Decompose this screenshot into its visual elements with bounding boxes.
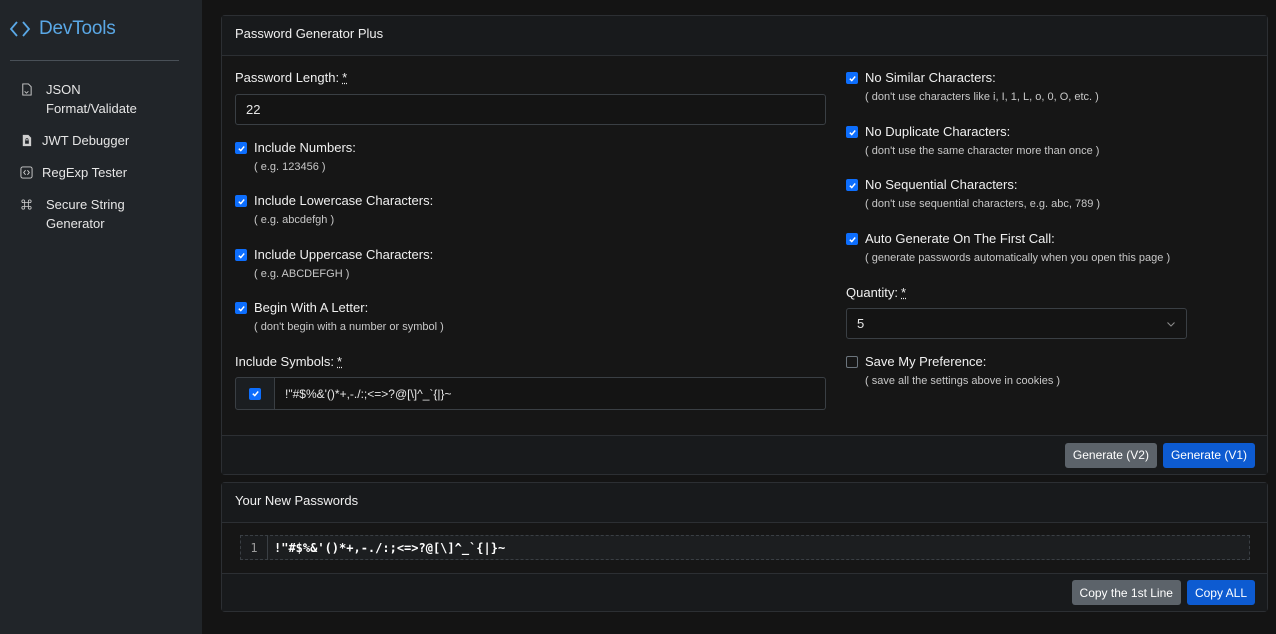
- required-mark: *: [342, 70, 348, 85]
- option-include-numbers[interactable]: Include Numbers: ( e.g. 123456 ): [235, 140, 356, 174]
- option-hint: ( e.g. ABCDEFGH ): [254, 268, 350, 280]
- include-symbols-label: Include Symbols: *: [235, 354, 343, 369]
- password-length-label: Password Length: *: [235, 70, 348, 85]
- code-brackets-icon: [9, 21, 31, 37]
- checkbox[interactable]: [846, 356, 858, 368]
- sidebar-item-label: JSON Format/Validate: [46, 82, 137, 116]
- option-hint: ( e.g. 123456 ): [254, 161, 326, 173]
- brand-name: DevTools: [39, 18, 116, 39]
- left-column: Password Length: * 22: [235, 70, 826, 125]
- file-icon: [19, 82, 33, 96]
- check-icon: [237, 305, 245, 312]
- quantity-label: Quantity: *: [846, 285, 907, 300]
- option-hint: ( don't use sequential characters, e.g. …: [865, 198, 1101, 210]
- check-icon: [848, 236, 856, 243]
- generator-title: Password Generator Plus: [222, 16, 1267, 56]
- sidebar-item-jwt[interactable]: JWT Debugger: [0, 131, 202, 150]
- brand-logo[interactable]: DevTools: [9, 17, 116, 41]
- option-label: Include Uppercase Characters:: [254, 247, 434, 262]
- sidebar-nav: JSON Format/Validate JWT Debugger RegExp…: [0, 80, 202, 233]
- option-no-sequential[interactable]: No Sequential Characters: ( don't use seq…: [846, 177, 1100, 211]
- check-icon: [251, 391, 259, 397]
- file-lock-icon: [19, 133, 33, 147]
- checkbox[interactable]: [235, 302, 247, 314]
- option-label: Include Lowercase Characters:: [254, 193, 434, 208]
- quantity-value: 5: [857, 316, 865, 331]
- checkbox[interactable]: [846, 126, 858, 138]
- option-no-duplicate[interactable]: No Duplicate Characters: ( don't use the …: [846, 124, 1099, 158]
- checkbox[interactable]: [235, 195, 247, 207]
- code-square-icon: [19, 165, 33, 179]
- option-label: Auto Generate On The First Call:: [865, 231, 1055, 246]
- option-save-preference[interactable]: Save My Preference: ( save all the settin…: [846, 354, 1060, 388]
- password-line[interactable]: !"#$%&'()*+,-./:;<=>?@[\]^_`{|}~: [268, 541, 505, 555]
- checkbox[interactable]: [249, 387, 261, 400]
- required-mark: *: [901, 285, 907, 300]
- symbols-input[interactable]: !"#$%&'()*+,-./:;<=>?@[\]^_`{|}~: [275, 377, 826, 410]
- option-hint: ( e.g. abcdefgh ): [254, 214, 335, 226]
- password-output-editor[interactable]: 1 !"#$%&'()*+,-./:;<=>?@[\]^_`{|}~: [240, 535, 1250, 560]
- option-label: Include Numbers:: [254, 140, 356, 155]
- check-icon: [848, 75, 856, 82]
- generate-v2-button[interactable]: Generate (V2): [1064, 442, 1157, 468]
- option-hint: ( don't use characters like i, I, 1, L, …: [865, 91, 1099, 103]
- results-title: Your New Passwords: [222, 483, 1267, 523]
- quantity-select[interactable]: 5: [846, 308, 1187, 339]
- option-no-similar[interactable]: No Similar Characters: ( don't use charac…: [846, 70, 1099, 104]
- check-icon: [237, 198, 245, 205]
- sidebar: DevTools JSON Format/Validate JWT Debugg…: [0, 0, 202, 634]
- option-label: Save My Preference:: [865, 354, 987, 369]
- checkbox[interactable]: [846, 179, 858, 191]
- option-label: No Duplicate Characters:: [865, 124, 1011, 139]
- sidebar-item-regexp[interactable]: RegExp Tester: [0, 163, 202, 182]
- results-footer: Copy the 1st Line Copy ALL: [222, 573, 1267, 611]
- option-hint: ( generate passwords automatically when …: [865, 252, 1171, 264]
- option-hint: ( don't begin with a number or symbol ): [254, 321, 444, 333]
- checkbox[interactable]: [846, 233, 858, 245]
- option-label: Begin With A Letter:: [254, 300, 369, 315]
- option-label: No Sequential Characters:: [865, 177, 1018, 192]
- sidebar-item-secure-string[interactable]: Secure String Generator: [0, 195, 202, 233]
- option-begin-with-letter[interactable]: Begin With A Letter: ( don't begin with a…: [235, 300, 444, 334]
- checkbox[interactable]: [846, 72, 858, 84]
- generator-card: Password Generator Plus Password Length:…: [221, 15, 1268, 475]
- option-include-uppercase[interactable]: Include Uppercase Characters: ( e.g. ABCD…: [235, 247, 433, 281]
- command-icon: [19, 197, 33, 211]
- sidebar-item-json[interactable]: JSON Format/Validate: [0, 80, 202, 118]
- check-icon: [848, 182, 856, 189]
- results-card: Your New Passwords 1 !"#$%&'()*+,-./:;<=…: [221, 482, 1268, 612]
- option-hint: ( don't use the same character more than…: [865, 145, 1100, 157]
- option-label: No Similar Characters:: [865, 70, 996, 85]
- option-hint: ( save all the settings above in cookies…: [865, 375, 1061, 387]
- sidebar-item-label: RegExp Tester: [42, 165, 128, 180]
- copy-first-line-button[interactable]: Copy the 1st Line: [1071, 580, 1181, 605]
- check-icon: [237, 145, 245, 152]
- copy-all-button[interactable]: Copy ALL: [1186, 580, 1255, 605]
- check-icon: [848, 129, 856, 136]
- sidebar-divider: [10, 60, 179, 61]
- password-length-input[interactable]: 22: [235, 94, 826, 125]
- symbols-toggle[interactable]: [235, 377, 275, 410]
- option-auto-generate[interactable]: Auto Generate On The First Call: ( genera…: [846, 231, 1170, 265]
- option-include-lowercase[interactable]: Include Lowercase Characters: ( e.g. abcd…: [235, 193, 433, 227]
- chevron-down-icon: [1167, 321, 1175, 327]
- generate-v1-button[interactable]: Generate (V1): [1162, 442, 1255, 468]
- checkbox[interactable]: [235, 142, 247, 154]
- symbols-input-group: !"#$%&'()*+,-./:;<=>?@[\]^_`{|}~: [235, 377, 826, 410]
- check-icon: [237, 252, 245, 259]
- checkbox[interactable]: [235, 249, 247, 261]
- sidebar-item-label: JWT Debugger: [42, 133, 130, 148]
- generator-footer: Generate (V2) Generate (V1): [222, 435, 1267, 474]
- line-number: 1: [241, 536, 268, 559]
- sidebar-item-label: Secure String Generator: [46, 197, 125, 231]
- required-mark: *: [337, 354, 343, 369]
